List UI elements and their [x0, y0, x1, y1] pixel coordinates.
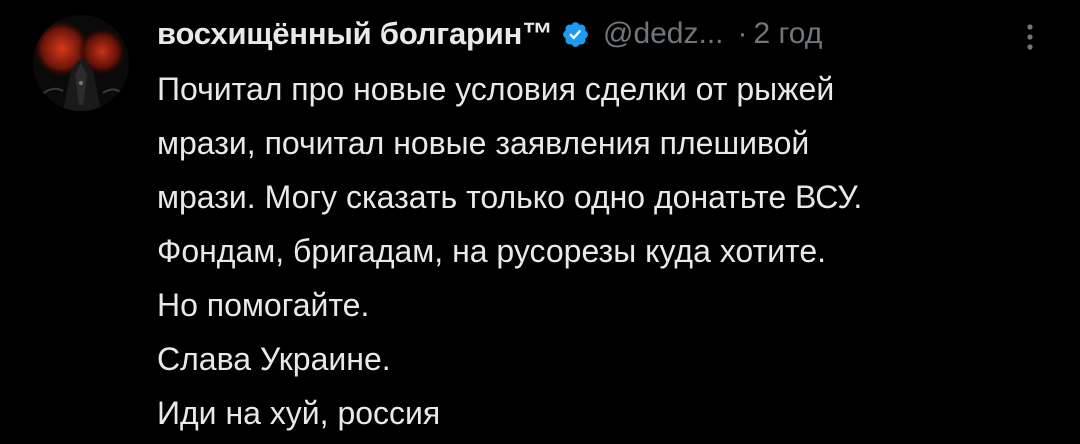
post[interactable]: восхищённый болгарин™ @dedz... · 2 год П… [0, 0, 1080, 444]
post-text-line: мрази. Могу сказать только одно донатьте… [157, 179, 863, 215]
more-icon[interactable] [1018, 22, 1042, 52]
verified-badge-icon[interactable] [561, 20, 590, 49]
post-text: Почитал про новые условия сделки от рыже… [157, 62, 1057, 440]
avatar[interactable] [33, 15, 129, 111]
post-header: восхищённый болгарин™ @dedz... · 2 год [157, 12, 822, 56]
post-text-line: Фондам, бригадам, на русорезы куда хотит… [157, 233, 827, 269]
avatar-image [33, 15, 129, 111]
author-handle[interactable]: @dedz... [603, 17, 724, 51]
post-text-line: Но помогайте. [157, 287, 370, 323]
display-name[interactable]: восхищённый болгарин™ [157, 16, 553, 52]
post-text-line: Слава Украине. [157, 341, 391, 377]
separator-dot: · [737, 17, 748, 50]
post-text-line: Иди на хуй, россия [157, 395, 441, 431]
post-text-line: мрази, почитал новые заявления плешивой [157, 125, 810, 161]
post-timestamp[interactable]: 2 год [754, 17, 823, 51]
post-text-line: Почитал про новые условия сделки от рыже… [157, 71, 835, 107]
